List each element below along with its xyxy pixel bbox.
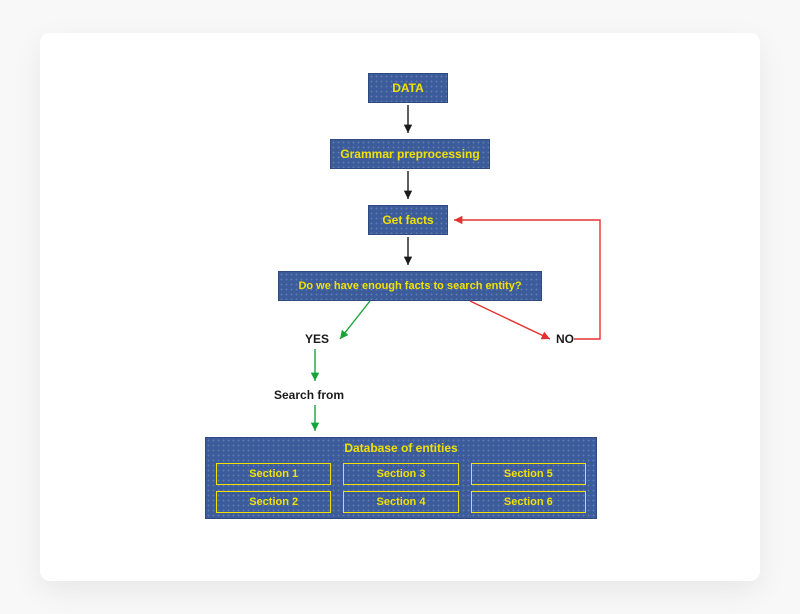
database-section: Section 3: [343, 463, 458, 485]
label-no: NO: [556, 332, 574, 346]
database-sections-grid: Section 1 Section 3 Section 5 Section 2 …: [216, 463, 586, 513]
database-section: Section 6: [471, 491, 586, 513]
database-section: Section 5: [471, 463, 586, 485]
diagram-card: DATA Grammar preprocessing Get facts Do …: [40, 33, 760, 581]
node-decision: Do we have enough facts to search entity…: [278, 271, 542, 301]
database-section: Section 4: [343, 491, 458, 513]
node-grammar-preprocessing: Grammar preprocessing: [330, 139, 490, 169]
node-database: Database of entities Section 1 Section 3…: [205, 437, 597, 519]
label-search-from: Search from: [274, 388, 344, 402]
database-section: Section 2: [216, 491, 331, 513]
diagram-canvas: DATA Grammar preprocessing Get facts Do …: [0, 0, 800, 614]
node-get-facts: Get facts: [368, 205, 448, 235]
label-yes: YES: [305, 332, 329, 346]
node-data: DATA: [368, 73, 448, 103]
database-section: Section 1: [216, 463, 331, 485]
database-title: Database of entities: [344, 441, 457, 455]
